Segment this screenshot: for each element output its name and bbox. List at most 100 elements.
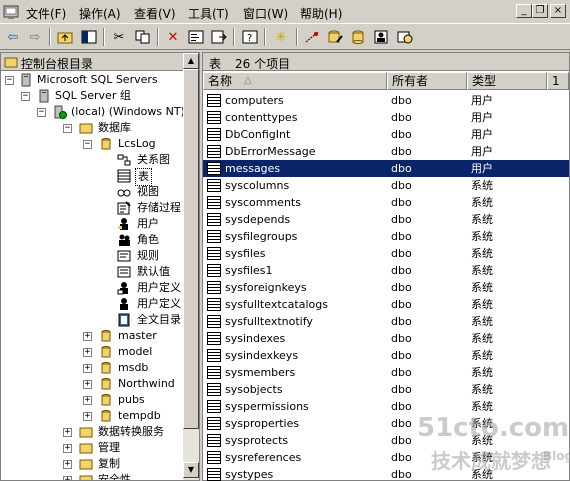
- expand-icon[interactable]: +: [83, 380, 92, 389]
- table-row[interactable]: syscolumns dbo 系统: [203, 177, 569, 194]
- expand-icon[interactable]: +: [83, 348, 92, 357]
- table-row[interactable]: sysfilegroups dbo 系统: [203, 228, 569, 245]
- menu-help[interactable]: 帮助(H): [300, 5, 342, 22]
- table-row[interactable]: contenttypes dbo 用户: [203, 109, 569, 126]
- menu-view[interactable]: 查看(V): [134, 5, 176, 22]
- table-row[interactable]: sysreferences dbo 系统: [203, 449, 569, 466]
- tree-node-msdb[interactable]: + msdb: [1, 360, 183, 376]
- new-login-icon[interactable]: [372, 27, 392, 47]
- tree-node-northwind[interactable]: + Northwind: [1, 376, 183, 392]
- tree-node-master[interactable]: + master: [1, 328, 183, 344]
- collapse-icon[interactable]: −: [83, 140, 92, 149]
- table-icon: [207, 145, 221, 158]
- expand-icon[interactable]: +: [63, 476, 72, 480]
- tree-node-pubs[interactable]: + pubs: [1, 392, 183, 408]
- column-header-owner[interactable]: 所有者: [387, 72, 467, 90]
- help-icon[interactable]: ?: [240, 27, 260, 47]
- tree-node-sql-servers[interactable]: − Microsoft SQL Servers: [1, 72, 183, 88]
- tree-node-fulltext-catalogs[interactable]: 全文目录: [1, 312, 183, 328]
- tree-node-user-defined-functions[interactable]: f 用户定义: [1, 296, 183, 312]
- table-row[interactable]: sysfulltextcatalogs dbo 系统: [203, 296, 569, 313]
- cut-icon[interactable]: ✂: [109, 27, 129, 47]
- tree-node-tables[interactable]: 表: [1, 168, 183, 186]
- tree-node-server-group[interactable]: − SQL Server 组: [1, 88, 183, 104]
- table-row[interactable]: sysfulltextnotify dbo 系统: [203, 313, 569, 330]
- collapse-icon[interactable]: −: [5, 76, 14, 85]
- menu-tools[interactable]: 工具(T): [188, 5, 229, 22]
- menu-window[interactable]: 窗口(W): [243, 5, 288, 22]
- collapse-icon[interactable]: −: [37, 108, 46, 117]
- collapse-icon[interactable]: −: [63, 124, 72, 133]
- scroll-up-icon[interactable]: ▲: [183, 53, 199, 69]
- table-row[interactable]: computers dbo 用户: [203, 92, 569, 109]
- properties-icon[interactable]: [186, 27, 206, 47]
- register-server-icon[interactable]: [302, 27, 322, 47]
- delete-icon[interactable]: ✕: [163, 27, 183, 47]
- tree-node-roles[interactable]: 角色: [1, 232, 183, 248]
- tree-node-dts[interactable]: + 数据转换服务: [1, 424, 183, 440]
- mmc-console-icon[interactable]: [2, 3, 20, 21]
- table-row[interactable]: DbErrorMessage dbo 用户: [203, 143, 569, 160]
- new-item-star-icon[interactable]: ✳: [271, 27, 291, 47]
- restore-button[interactable]: ❐: [532, 4, 548, 18]
- expand-icon[interactable]: +: [83, 364, 92, 373]
- tree-node-management[interactable]: + 管理: [1, 440, 183, 456]
- expand-icon[interactable]: +: [83, 412, 92, 421]
- tree-node-model[interactable]: + model: [1, 344, 183, 360]
- table-row[interactable]: sysproperties dbo 系统: [203, 415, 569, 432]
- tree-node-views[interactable]: 视图: [1, 184, 183, 200]
- expand-icon[interactable]: +: [63, 444, 72, 453]
- tree-node-stored-procedures[interactable]: 存储过程: [1, 200, 183, 216]
- tree-node-users[interactable]: 用户: [1, 216, 183, 232]
- column-header-type[interactable]: 类型: [467, 72, 547, 90]
- tree-node-defaults[interactable]: 默认值: [1, 264, 183, 280]
- minimize-button[interactable]: _: [516, 4, 532, 18]
- new-job-icon[interactable]: [395, 27, 415, 47]
- tree-node-replication[interactable]: + 复制: [1, 456, 183, 472]
- scroll-down-icon[interactable]: ▼: [183, 462, 199, 478]
- table-row[interactable]: sysmembers dbo 系统: [203, 364, 569, 381]
- database-icon[interactable]: [348, 27, 368, 47]
- menu-file[interactable]: 文件(F): [26, 5, 66, 22]
- table-row[interactable]: sysprotects dbo 系统: [203, 432, 569, 449]
- tree-node-diagrams[interactable]: 关系图: [1, 152, 183, 168]
- table-row[interactable]: sysfiles dbo 系统: [203, 245, 569, 262]
- tree-node-databases[interactable]: − 数据库: [1, 120, 183, 136]
- tree-node-lcslog[interactable]: − LcsLog: [1, 136, 183, 152]
- column-header-extra[interactable]: 1: [547, 72, 569, 90]
- expand-icon[interactable]: +: [83, 396, 92, 405]
- table-row[interactable]: systypes dbo 系统: [203, 466, 569, 481]
- close-button[interactable]: ×: [550, 4, 566, 18]
- forward-arrow-icon[interactable]: ⇨: [25, 27, 45, 47]
- tree-node-rules[interactable]: 规则: [1, 248, 183, 264]
- collapse-icon[interactable]: −: [21, 92, 30, 101]
- table-row[interactable]: sysobjects dbo 系统: [203, 381, 569, 398]
- export-list-icon[interactable]: [209, 27, 229, 47]
- table-row[interactable]: sysindexkeys dbo 系统: [203, 347, 569, 364]
- tree-node-tempdb[interactable]: + tempdb: [1, 408, 183, 424]
- expand-icon[interactable]: +: [63, 460, 72, 469]
- folder-icon: [79, 475, 93, 480]
- table-row[interactable]: sysindexes dbo 系统: [203, 330, 569, 347]
- table-row[interactable]: sysfiles1 dbo 系统: [203, 262, 569, 279]
- table-row[interactable]: sysdepends dbo 系统: [203, 211, 569, 228]
- up-folder-icon[interactable]: [55, 27, 75, 47]
- menu-action[interactable]: 操作(A): [79, 5, 121, 22]
- copy-icon[interactable]: [133, 27, 153, 47]
- query-analyzer-icon[interactable]: [325, 27, 345, 47]
- tree-node-local-server[interactable]: − (local) (Windows NT): [1, 104, 185, 120]
- table-row[interactable]: messages dbo 用户: [203, 160, 569, 177]
- table-row[interactable]: syscomments dbo 系统: [203, 194, 569, 211]
- expand-icon[interactable]: +: [63, 428, 72, 437]
- table-row[interactable]: DbConfigInt dbo 用户: [203, 126, 569, 143]
- column-header-name[interactable]: 名称 △: [203, 72, 387, 90]
- expand-icon[interactable]: +: [83, 332, 92, 341]
- back-arrow-icon[interactable]: ⇦: [3, 27, 23, 47]
- table-row[interactable]: syspermissions dbo 系统: [203, 398, 569, 415]
- tree-node-user-defined-types[interactable]: 用户定义: [1, 280, 183, 296]
- tree-node-security[interactable]: + 安全性: [1, 472, 183, 480]
- table-row[interactable]: sysforeignkeys dbo 系统: [203, 279, 569, 296]
- scrollbar-thumb[interactable]: [183, 69, 199, 429]
- show-hide-tree-icon[interactable]: [79, 27, 99, 47]
- tree-scrollbar[interactable]: ▲ ▼: [183, 53, 199, 480]
